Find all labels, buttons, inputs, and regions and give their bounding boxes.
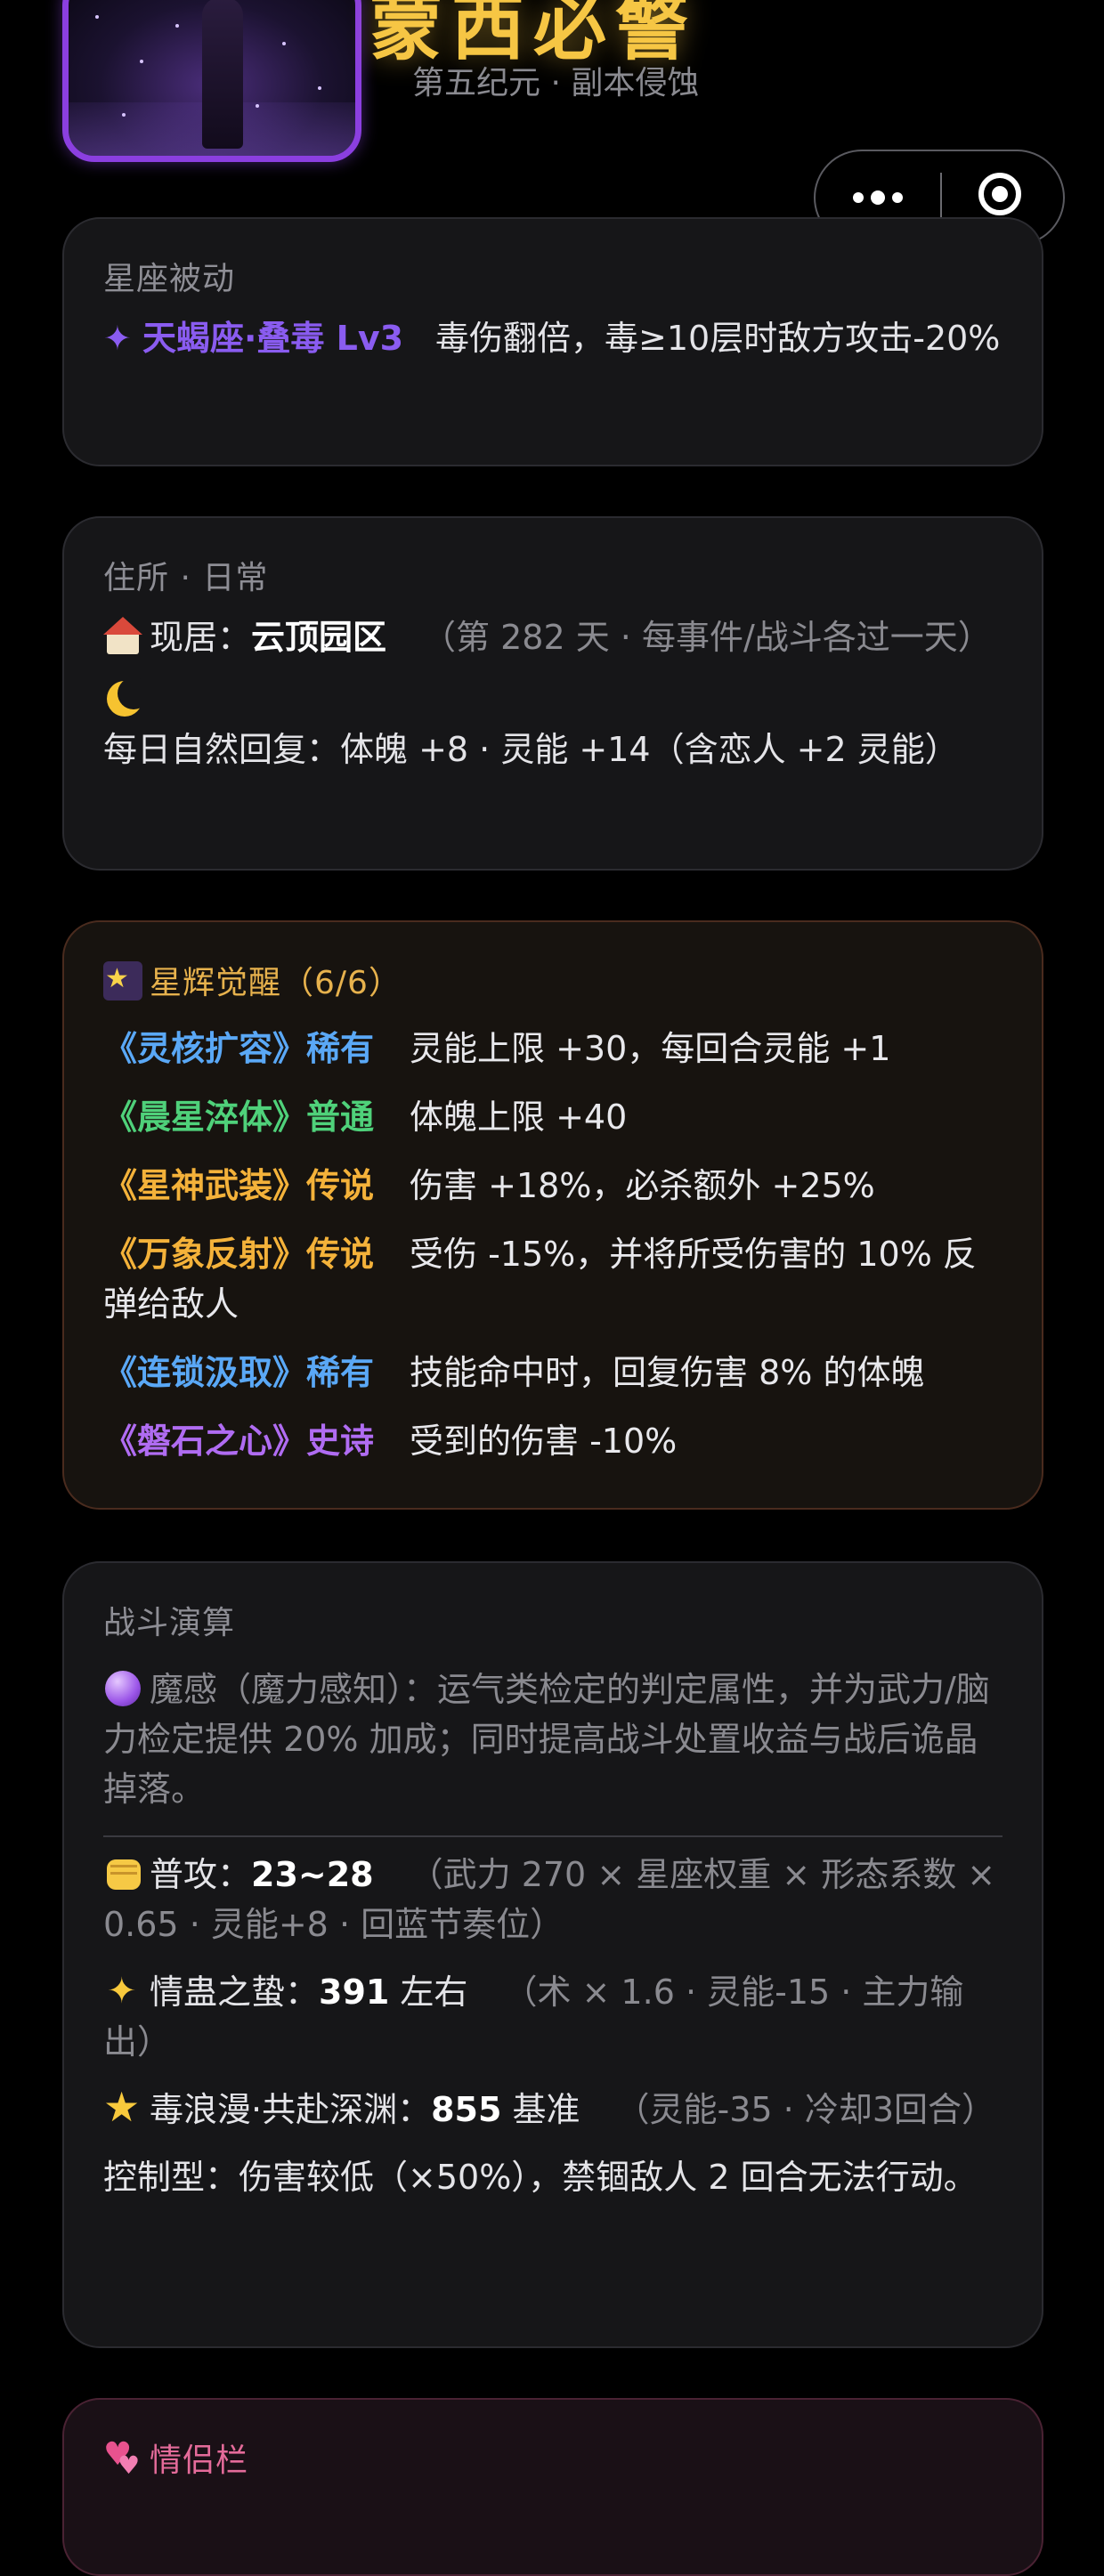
partner-title: 情侣栏 <box>150 2442 249 2479</box>
sparkle <box>175 24 179 28</box>
constellation-skill: ✦ 天蝎座·叠毒 Lv3 毒伤翻倍，毒≥10层时敌方攻击-20% <box>103 313 1003 363</box>
sparkle <box>140 60 143 63</box>
magic-sense: 魔感（魔力感知）：运气类检定的判定属性，并为武力/脑力检定提供 20% 加成；同… <box>103 1665 1003 1814</box>
sparkle <box>256 104 259 108</box>
sparkle <box>95 15 99 19</box>
awakening-list: 《灵核扩容》稀有 灵能上限 +30，每回合灵能 +1 《晨星淬体》普通 体魄上限 +4… <box>103 1024 1003 1466</box>
skill-2: 毒浪漫·共赴深渊：855 基准 （灵能-35 · 冷却3回合） <box>103 2082 1003 2135</box>
character-subtitle: 第五纪元 · 副本侵蚀 <box>412 65 700 101</box>
more-dots-icon <box>853 190 903 205</box>
moon-icon <box>103 677 150 718</box>
awakening-title: 星辉觉醒（6/6） <box>150 965 402 1001</box>
skill-2-note: （灵能-35 · 冷却3回合） <box>615 2090 995 2129</box>
awakening-item[interactable]: 《万象反射》传说 受伤 -15%，并将所受伤害的 10% 反弹给敌人 <box>103 1229 1003 1329</box>
magic-sense-text: 魔感（魔力感知）：运气类检定的判定属性，并为武力/脑力检定提供 20% 加成；同… <box>103 1670 990 1809</box>
skill-1-value: 391 <box>319 1973 390 2012</box>
skill-2-suffix: 基准 <box>501 2090 580 2129</box>
constellation-skill-desc: 毒伤翻倍，毒≥10层时敌方攻击-20% <box>435 319 1001 358</box>
divider <box>103 1835 1003 1837</box>
skill-2-label: 毒浪漫·共赴深渊： <box>150 2090 432 2129</box>
awakening-item-name: 《灵核扩容》稀有 <box>103 1029 375 1068</box>
fist-icon <box>103 1854 142 1893</box>
awakening-item-name: 《磐石之心》史诗 <box>103 1422 375 1461</box>
normal-attack-value: 23~28 <box>251 1855 374 1894</box>
awakening-item-desc: 受到的伤害 -10% <box>410 1422 678 1461</box>
sparkle <box>318 86 321 90</box>
card-title: 星辉觉醒（6/6） <box>103 958 1003 1005</box>
awakening-item-desc: 体魄上限 +40 <box>410 1098 628 1137</box>
normal-attack-label: 普攻： <box>150 1855 252 1894</box>
combat-card: 战斗演算 魔感（魔力感知）：运气类检定的判定属性，并为武力/脑力检定提供 20%… <box>62 1561 1043 2348</box>
awakening-card: 星辉觉醒（6/6） 《灵核扩容》稀有灵能上限 +30，每回合灵能 +1 《晨星淬体… <box>62 920 1043 1510</box>
awakening-item-desc: 伤害 +18%，必杀额外 +25% <box>410 1166 875 1205</box>
partner-card: 情侣栏 <box>62 2398 1043 2576</box>
awakening-item[interactable]: 《磐石之心》史诗 受到的伤害 -10% <box>103 1416 1003 1466</box>
card-title: 情侣栏 <box>103 2434 1003 2487</box>
shooting-star-icon <box>103 958 142 1000</box>
residence-note: （第 282 天 · 每事件/战斗各过一天） <box>422 618 992 657</box>
sparkle <box>122 113 126 117</box>
awakening-item-name: 《星神武装》传说 <box>103 1166 375 1205</box>
constellation-skill-name: 天蝎座·叠毒 Lv3 <box>142 319 404 358</box>
card-title: 战斗演算 <box>103 1605 236 1641</box>
skill-2-value: 855 <box>431 2090 502 2129</box>
recovery-text: 每日自然回复：体魄 +8 · 灵能 +14（含恋人 +2 灵能） <box>103 730 959 769</box>
residence-value[interactable]: 云顶园区 <box>251 618 386 657</box>
awakening-item-desc: 灵能上限 +30，每回合灵能 +1 <box>410 1029 891 1068</box>
sparkle <box>282 42 286 45</box>
residence-label: 现居： <box>150 618 252 657</box>
daily-recovery: 每日自然回复：体魄 +8 · 灵能 +14（含恋人 +2 灵能） <box>103 675 1003 774</box>
awakening-item-name: 《晨星淬体》普通 <box>103 1098 375 1137</box>
constellation-card: 星座被动 ✦ 天蝎座·叠毒 Lv3 毒伤翻倍，毒≥10层时敌方攻击-20% <box>62 217 1043 466</box>
house-icon <box>103 617 142 656</box>
dizzy-icon <box>103 1966 142 2016</box>
skill-1: 情蛊之蛰：391 左右（术 × 1.6 · 灵能-15 · 主力输出） <box>103 1966 1003 2067</box>
avatar-figure <box>202 0 243 149</box>
skill-1-label: 情蛊之蛰： <box>150 1973 320 2012</box>
awakening-item[interactable]: 《连锁汲取》稀有 技能命中时，回复伤害 8% 的体魄 <box>103 1348 1003 1397</box>
normal-attack: 普攻：23~28 （武力 270 × 星座权重 × 形态系数 × 0.65 · 灵… <box>103 1850 1003 1949</box>
target-ring-icon <box>978 173 1021 215</box>
crystal-ball-icon <box>103 1669 142 1708</box>
awakening-item-name: 《万象反射》传说 <box>103 1235 375 1274</box>
awakening-item[interactable]: 《星神武装》传说 伤害 +18%，必杀额外 +25% <box>103 1161 1003 1211</box>
awakening-item-name: 《连锁汲取》稀有 <box>103 1353 375 1392</box>
awakening-item[interactable]: 《晨星淬体》普通 体魄上限 +40 <box>103 1092 1003 1142</box>
current-residence: 现居：云顶园区 （第 282 天 · 每事件/战斗各过一天） <box>103 612 1003 662</box>
character-avatar[interactable] <box>62 0 361 162</box>
card-title: 星座被动 <box>103 261 236 297</box>
control-type: 控制型：伤害较低（×50%），禁锢敌人 2 回合无法行动。 <box>103 2158 978 2197</box>
awakening-item[interactable]: 《灵核扩容》稀有 灵能上限 +30，每回合灵能 +1 <box>103 1024 1003 1073</box>
skill-1-suffix: 左右 <box>389 1973 468 2012</box>
awakening-item-desc: 技能命中时，回复伤害 8% 的体魄 <box>410 1353 925 1392</box>
card-title: 住所 · 日常 <box>103 560 269 596</box>
hearts-icon <box>103 2434 142 2487</box>
residence-card: 住所 · 日常 现居：云顶园区 （第 282 天 · 每事件/战斗各过一天） 每日… <box>62 516 1043 871</box>
star-icon <box>103 2082 142 2132</box>
sparkle-star-icon: ✦ <box>103 319 132 358</box>
